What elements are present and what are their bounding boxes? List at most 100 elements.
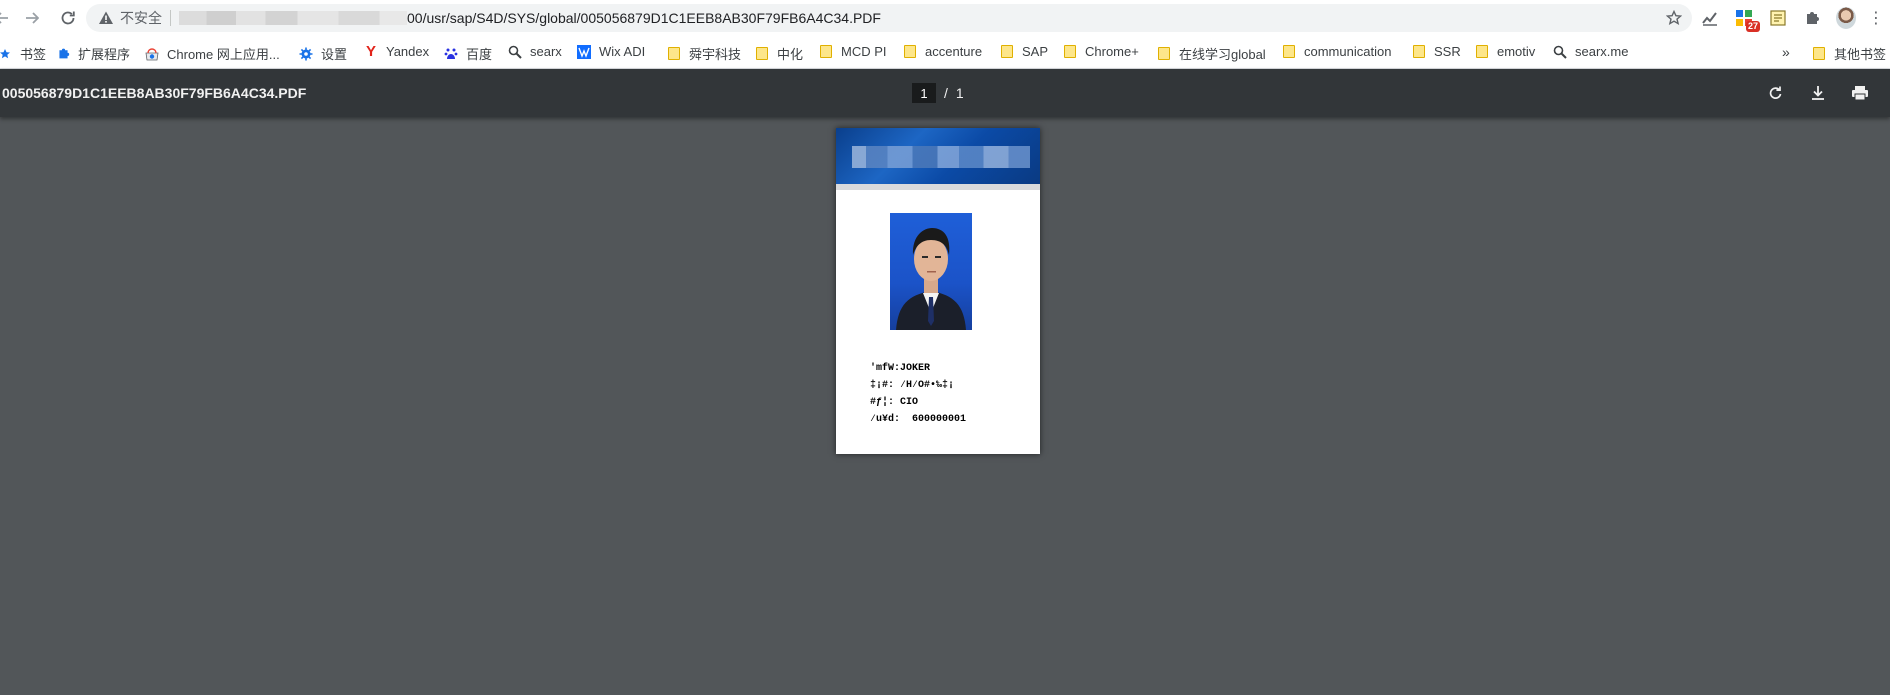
bookmark-folder[interactable]: 舜宇科技: [667, 44, 741, 63]
omnibox-divider: [170, 10, 171, 26]
field-value: ⁄H⁄O#•‰‡¡: [894, 380, 955, 391]
bookmark-label: accenture: [925, 44, 983, 59]
bookmark-folder[interactable]: SSR: [1412, 44, 1461, 59]
bookmark-item[interactable]: searx.me: [1553, 44, 1628, 59]
arrow-left-icon: [0, 12, 8, 24]
browser-menu-button[interactable]: ⋮: [1866, 8, 1886, 28]
reload-button[interactable]: [54, 4, 82, 32]
bookmark-label: emotiv: [1497, 44, 1536, 59]
folder-icon: [1412, 45, 1426, 59]
field-value: JOKER: [900, 363, 931, 374]
bookmark-folder[interactable]: MCD PI: [819, 44, 887, 59]
field-label: ‡¡#:: [870, 380, 895, 391]
page-separator: /: [944, 85, 948, 101]
bookmark-label: 中化: [777, 47, 804, 62]
forward-button[interactable]: [18, 4, 46, 32]
profile-button[interactable]: [1836, 7, 1856, 29]
field-label: #ƒ¦:: [870, 397, 895, 408]
avatar: [1836, 7, 1856, 29]
folder-icon: [903, 45, 917, 59]
bookmark-folder[interactable]: communication: [1282, 44, 1391, 59]
yandex-icon: Y: [365, 43, 376, 60]
bookmark-label: searx.me: [1575, 44, 1629, 59]
bookmark-label: Wix ADI: [599, 44, 646, 59]
bookmark-label: searx: [530, 44, 562, 59]
folder-icon: [1157, 47, 1171, 61]
folder-icon: [755, 47, 769, 61]
field-label: ⁄u¥d:: [870, 414, 901, 425]
bookmark-label: 在线学习global: [1179, 47, 1266, 62]
bookmark-item[interactable]: 设置: [299, 44, 347, 63]
star-icon: [0, 47, 12, 61]
bookmarks-bar: 书签 扩展程序 Chrome 网上应用... 设置 Y Yandex 百度 se…: [0, 36, 1890, 69]
pdf-title: 005056879D1C1EEB8AB30F79FB6A4C34.PDF: [2, 85, 307, 101]
bookmark-item[interactable]: searx: [508, 44, 562, 59]
bookmark-folder[interactable]: Chrome+: [1063, 44, 1139, 59]
bookmark-label: 其他书签: [1834, 47, 1887, 62]
pdf-actions: [1764, 81, 1872, 105]
page-selector: / 1: [912, 83, 964, 103]
download-button[interactable]: [1806, 81, 1830, 105]
bookmark-folder[interactable]: 中化: [755, 44, 803, 63]
bookmark-label: 舜宇科技: [689, 47, 742, 62]
field-department: ‡¡#: ⁄H⁄O#•‰‡¡: [870, 377, 966, 394]
extensions-menu-button[interactable]: [1802, 8, 1822, 28]
field-value: CIO: [894, 397, 919, 408]
bookmark-item[interactable]: Y Yandex: [364, 43, 429, 60]
field-name: 'mfW:JOKER: [870, 360, 966, 377]
folder-icon: [1475, 45, 1489, 59]
extension-notes[interactable]: [1768, 8, 1788, 28]
rotate-button[interactable]: [1764, 81, 1788, 105]
bookmark-label: Chrome+: [1085, 44, 1139, 59]
bookmark-label: 书签: [20, 47, 47, 62]
not-secure-label[interactable]: 不安全: [120, 8, 162, 28]
person-silhouette-icon: [896, 228, 966, 330]
extension-badge: 27: [1745, 21, 1760, 32]
url-redacted-host: [179, 11, 407, 25]
bookmark-label: 扩展程序: [78, 47, 131, 62]
bookmark-item[interactable]: Wix ADI: [577, 44, 645, 59]
bookmark-label: 百度: [466, 47, 493, 62]
bookmark-label: communication: [1304, 44, 1392, 59]
warning-icon: [99, 11, 113, 24]
header-divider: [836, 184, 1040, 190]
page-number-input[interactable]: [912, 83, 936, 103]
bookmarks-overflow-button[interactable]: »: [1782, 44, 1790, 60]
bookmark-item[interactable]: 百度: [444, 44, 492, 63]
download-icon: [1812, 86, 1824, 100]
back-button[interactable]: [0, 4, 10, 32]
folder-icon: [1000, 45, 1014, 59]
baidu-icon: [444, 47, 458, 61]
extension-chart[interactable]: [1700, 8, 1720, 28]
bookmark-label: 设置: [321, 47, 348, 62]
extension-translate[interactable]: 27: [1734, 8, 1760, 32]
portrait-photo: [890, 213, 972, 330]
folder-icon: [1282, 45, 1296, 59]
bookmark-folder[interactable]: SAP: [1000, 44, 1048, 59]
print-button[interactable]: [1848, 81, 1872, 105]
more-vertical-icon: ⋮: [1868, 10, 1884, 27]
chrome-store-icon: [145, 47, 159, 61]
pdf-page: 'mfW:JOKER ‡¡#: ⁄H⁄O#•‰‡¡ #ƒ¦: CIO ⁄u¥d:…: [836, 128, 1040, 454]
redacted-header-text: [852, 146, 1030, 168]
wix-icon: [577, 44, 591, 59]
url-text[interactable]: 00/usr/sap/S4D/SYS/global/005056879D1C1E…: [407, 10, 881, 26]
bookmark-label: SAP: [1022, 44, 1049, 59]
folder-icon: [819, 45, 833, 59]
notes-extension-icon: [1770, 10, 1786, 26]
bookmark-item[interactable]: 书签: [0, 44, 46, 63]
puzzle-icon: [56, 47, 70, 61]
chart-extension-icon: [1702, 12, 1717, 26]
gear-icon: [299, 47, 313, 61]
bookmark-folder[interactable]: emotiv: [1475, 44, 1535, 59]
address-bar[interactable]: 不安全 00/usr/sap/S4D/SYS/global/005056879D…: [86, 4, 1692, 32]
bookmark-folder[interactable]: 在线学习global: [1157, 44, 1266, 63]
bookmark-label: Chrome 网上应用...: [167, 47, 280, 62]
print-icon: [1852, 86, 1868, 101]
bookmark-star-icon[interactable]: [1666, 10, 1682, 26]
other-bookmarks-folder[interactable]: 其他书签: [1812, 44, 1886, 63]
bookmark-label: MCD PI: [841, 44, 887, 59]
bookmark-folder[interactable]: accenture: [903, 44, 982, 59]
bookmark-item[interactable]: Chrome 网上应用...: [145, 44, 280, 63]
bookmark-item[interactable]: 扩展程序: [56, 44, 130, 63]
